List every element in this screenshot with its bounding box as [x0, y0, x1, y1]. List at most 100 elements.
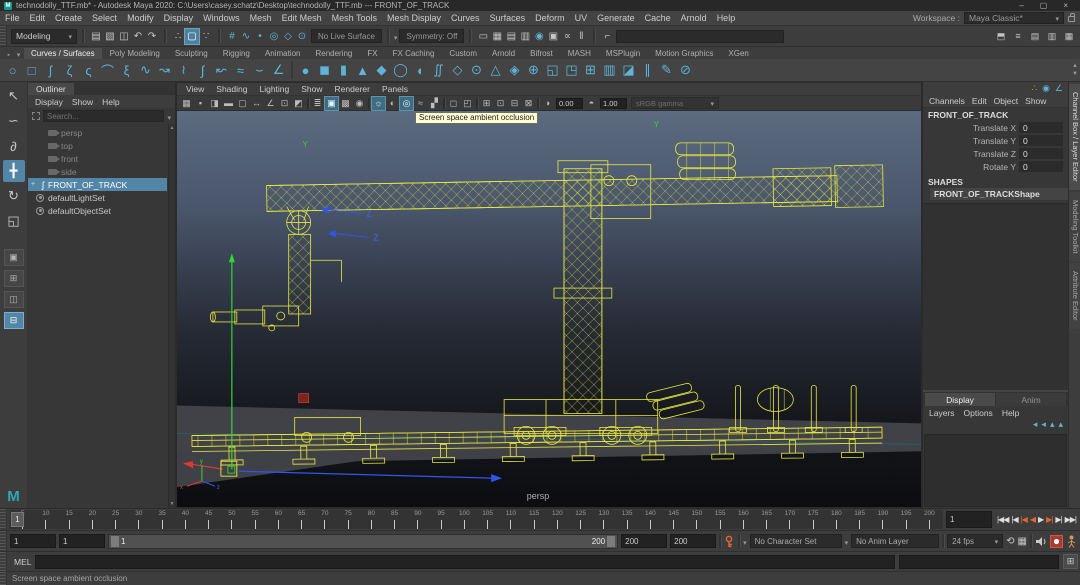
menu-item[interactable]: Generate	[592, 13, 640, 23]
drag-handle[interactable]	[0, 509, 7, 530]
menu-item[interactable]: Modify	[122, 13, 159, 23]
step-back-key-button[interactable]: |◀	[1020, 515, 1028, 524]
fps-dropdown[interactable]: 24 fps	[947, 534, 1003, 548]
playblast-icon[interactable]: ▦	[1018, 536, 1027, 547]
select-component-icon[interactable]: ∵	[199, 29, 213, 44]
project-curve-icon[interactable]: ⊕	[524, 61, 543, 80]
menu-item[interactable]: Show	[1025, 96, 1046, 106]
shelf-tab[interactable]: Motion Graphics	[648, 48, 720, 59]
select-object-icon[interactable]: ▢	[185, 29, 199, 44]
menu-item[interactable]: Create	[50, 13, 87, 23]
live-surface-field[interactable]: No Live Surface	[311, 29, 382, 43]
redo-icon[interactable]: ↷	[145, 29, 159, 44]
list-item[interactable]: + defaultLightSet	[28, 191, 167, 204]
detach-curves-icon[interactable]: ⌣	[250, 61, 269, 80]
symmetry-field[interactable]: Symmetry: Off	[399, 29, 464, 43]
menu-item[interactable]: File	[0, 13, 25, 23]
expand-icon[interactable]: +	[31, 181, 35, 188]
maximize-button[interactable]	[1040, 1, 1048, 10]
paint-selection-tool[interactable]: ∂	[3, 135, 25, 157]
separator[interactable]	[476, 98, 478, 109]
drag-handle[interactable]	[0, 531, 7, 551]
animation-start-field[interactable]: 1	[10, 534, 56, 548]
persp-outliner-layout[interactable]: ⊟	[4, 312, 24, 329]
shelf-tab[interactable]: XGen	[721, 48, 755, 59]
menu-item[interactable]: Curves	[446, 13, 485, 23]
current-time-indicator[interactable]: 1	[11, 512, 24, 527]
menu-item[interactable]: Select	[87, 13, 122, 23]
timeline-track[interactable]: 5101520253035404550556065707580859095100…	[9, 510, 943, 529]
menu-item[interactable]: Show	[72, 97, 93, 107]
paint-effects-icon[interactable]: ▣	[546, 29, 560, 44]
textured-icon[interactable]: ▩	[339, 97, 352, 110]
image-plane-icon[interactable]: ▢	[236, 97, 249, 110]
select-hierarchy-icon[interactable]: ∴	[171, 29, 185, 44]
chevron-down-icon[interactable]	[167, 107, 171, 125]
chevron-down-icon[interactable]	[845, 532, 849, 550]
nurbs-torus-icon[interactable]: ◯	[391, 61, 410, 80]
shelf-tab[interactable]: Curves / Surfaces	[24, 48, 102, 59]
2d-pan-zoom-icon[interactable]: ↔	[250, 97, 263, 110]
select-camera-icon[interactable]: ▦	[180, 97, 193, 110]
extrude-icon[interactable]: ⊙	[467, 61, 486, 80]
menu-item[interactable]: Surfaces	[485, 13, 531, 23]
menu-item[interactable]: Channels	[929, 96, 965, 106]
drag-handle[interactable]	[0, 552, 7, 571]
menu-item[interactable]: Edit	[25, 13, 51, 23]
channel-edit-icon[interactable]: ∠	[1055, 83, 1063, 95]
character-set-dropdown[interactable]: No Character Set	[750, 534, 842, 548]
surface-fillet-icon[interactable]: ◪	[619, 61, 638, 80]
Translate X[interactable]: Translate X 0	[923, 121, 1068, 134]
sidebar-tab[interactable]: Attribute Editor	[1069, 263, 1080, 329]
go-to-start-button[interactable]: |◀◀	[996, 515, 1009, 524]
list-item[interactable]: + top	[28, 139, 167, 152]
loop-mode-icon[interactable]: ⟲	[1006, 536, 1014, 547]
insert-knot-icon[interactable]: ∿	[136, 61, 155, 80]
paint-scripts-icon[interactable]: ⊘	[676, 61, 695, 80]
curve-fillet-icon[interactable]: ξ	[117, 61, 136, 80]
menu-item[interactable]: Shading	[210, 84, 253, 94]
menu-item[interactable]: Edit Mesh	[277, 13, 327, 23]
Rotate Y[interactable]: Rotate Y 0	[923, 160, 1068, 173]
film-gate-icon[interactable]: ⊠	[522, 97, 535, 110]
menu-item[interactable]: Lighting	[253, 84, 295, 94]
sculpt-tool-icon[interactable]: ✎	[657, 61, 676, 80]
modeling-toolkit-toggle-icon[interactable]: ▦	[1062, 29, 1076, 44]
shelf-tab[interactable]: Arnold	[485, 48, 522, 59]
multisample-aa-icon[interactable]: ▞	[428, 97, 441, 110]
motion-blur-icon[interactable]: ≈	[414, 97, 427, 110]
ipr-render-icon[interactable]: ▦	[490, 29, 504, 44]
three-point-arc-icon[interactable]: ⌒	[98, 61, 117, 80]
separator[interactable]	[368, 98, 370, 109]
outliner-toggle-icon[interactable]: ▥	[1045, 29, 1059, 44]
four-pane-layout[interactable]: ⊞	[4, 270, 24, 287]
Translate Z[interactable]: Translate Z 0	[923, 147, 1068, 160]
viewcube-icon[interactable]: ◩	[292, 97, 305, 110]
go-to-end-button[interactable]: ▶▶|	[1064, 515, 1077, 524]
speaker-icon[interactable]	[1035, 536, 1047, 547]
planar-icon[interactable]: ◇	[448, 61, 467, 80]
play-backwards-button[interactable]: ◀	[1029, 515, 1036, 524]
gamma-icon[interactable]: ◓	[585, 97, 598, 110]
menu-item[interactable]: UV	[570, 13, 593, 23]
shelf-tab[interactable]: Rendering	[308, 48, 359, 59]
heads-up-display-icon[interactable]: ⊡	[278, 97, 291, 110]
sidebar-tab[interactable]: Channel Box / Layer Editor	[1069, 84, 1080, 190]
menu-item[interactable]: Panels	[376, 84, 414, 94]
shelf-tab[interactable]: Custom	[442, 48, 484, 59]
snap-to-projected-center-icon[interactable]: ◎	[267, 29, 281, 44]
bookmark-icon[interactable]: ▬	[222, 97, 235, 110]
display-render-settings-icon[interactable]: ▥	[518, 29, 532, 44]
separator[interactable]	[537, 98, 539, 109]
menu-item[interactable]: Edit	[972, 96, 987, 106]
step-back-frame-button[interactable]: |◀	[1010, 515, 1018, 524]
all-lights-icon[interactable]: ☼	[372, 97, 385, 110]
command-input[interactable]	[35, 555, 895, 569]
input-field-mode-icon[interactable]: ⌐	[600, 29, 614, 44]
shadows-icon[interactable]: ◐	[386, 97, 399, 110]
menu-item[interactable]: Arnold	[676, 13, 712, 23]
Translate Y[interactable]: Translate Y 0	[923, 134, 1068, 147]
content-browser-icon[interactable]: ∝	[560, 29, 574, 44]
attach-curves-icon[interactable]: ≈	[231, 61, 250, 80]
playback-end-field[interactable]: 200	[621, 534, 667, 548]
